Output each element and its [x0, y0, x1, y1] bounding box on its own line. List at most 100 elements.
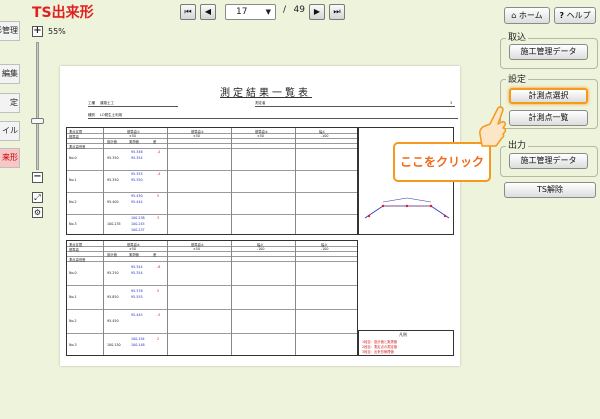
help-label: ヘルプ: [566, 11, 591, 20]
t2-station-1: No.1: [69, 295, 77, 299]
t1-diff-0: -4: [157, 150, 161, 154]
t2-meas-1: 95.354: [131, 271, 143, 275]
zoom-out-button[interactable]: −: [32, 172, 43, 183]
t2-station-2: No.2: [69, 319, 77, 323]
import-sekou-data-button[interactable]: 施工管理データ: [509, 44, 588, 60]
t1-meas-6: 100.238: [131, 216, 145, 220]
left-tab-kanri[interactable]: 形管理: [0, 21, 20, 41]
t1-design-0: 95.350: [107, 156, 119, 160]
t1-head-2: 測点高低差: [69, 145, 86, 149]
left-tab-dekigata[interactable]: 来形: [0, 148, 20, 168]
zoom-slider-thumb[interactable]: [31, 118, 44, 124]
legend-title: 凡例: [399, 332, 407, 337]
t1-meas-3: 95.350: [131, 178, 143, 182]
click-here-callout: ここをクリック: [393, 142, 491, 182]
t2-design-2: 95.450: [107, 319, 119, 323]
t2-station-0: No.0: [69, 271, 77, 275]
t2-diff-2: -5: [157, 313, 161, 317]
last-page-button[interactable]: ⏭: [329, 4, 345, 20]
t1-station-0: No.0: [69, 156, 77, 160]
left-tab-file[interactable]: イル: [0, 121, 20, 141]
zoom-slider-track[interactable]: [36, 42, 39, 170]
home-button[interactable]: ⌂ ホーム: [504, 7, 550, 24]
kouji-underline: [88, 106, 178, 107]
chevron-down-icon: ▼: [265, 8, 271, 16]
t2-sub-2: 差: [153, 253, 157, 257]
t2-tol-1: ±50: [193, 247, 200, 251]
keisokuten-ichiran-button[interactable]: 計測点一覧: [509, 110, 588, 126]
kubun-underline: [88, 118, 458, 119]
legend-line-2: 3段目：出来形管理値: [362, 350, 394, 354]
page-number: 3: [450, 101, 453, 105]
t2-design-1: 95.850: [107, 295, 119, 299]
home-icon: ⌂: [511, 11, 517, 20]
document-page: 測定結果一覧表 工種 道路土工 測定者 3 種別 LO発生土利用 測点区間 基準…: [60, 66, 460, 366]
t2-diff-3: 2: [157, 337, 160, 341]
export-sekou-data-button[interactable]: 施工管理データ: [509, 153, 588, 169]
t1-meas-8: 100.237: [131, 228, 145, 232]
t1-design-2: 95.400: [107, 200, 119, 204]
t2-meas-5: 100.154: [131, 337, 145, 341]
t1-meas-7: 100.245: [131, 222, 145, 226]
prev-page-button[interactable]: ◀: [200, 4, 216, 20]
measurer-underline: [255, 106, 455, 107]
page-separator: /: [283, 5, 287, 15]
result-table-2: 測点区間 基準高 測点高低差 基準高④ 基準高⑤ 幅② 幅③ ±50 ±50 -…: [66, 240, 358, 356]
t1-design-3: 100.235: [107, 222, 121, 226]
legend-box: 凡例 1段目：設計値と実測値 2段目：測定点の測定値 3段目：出来形管理値: [358, 330, 454, 356]
left-tab-settei[interactable]: 定: [0, 93, 20, 113]
fit-page-icon[interactable]: ⤢: [32, 192, 43, 203]
t2-station-3: No.3: [69, 343, 77, 347]
t2-head-2: 測点高低差: [69, 258, 86, 262]
home-label: ホーム: [518, 11, 543, 20]
t1-station-3: No.3: [69, 222, 77, 226]
t1-meas-1: 95.354: [131, 156, 143, 160]
page-current: 17: [236, 7, 248, 17]
t1-meas-5: 95.444: [131, 200, 143, 204]
t2-design-0: 95.250: [107, 271, 119, 275]
t1-tol-3: -100: [321, 134, 329, 138]
t1-tol-1: ±50: [193, 134, 200, 138]
zoom-in-button[interactable]: +: [32, 26, 43, 37]
page-select[interactable]: 17 ▼: [225, 4, 276, 20]
t2-meas-2: 95.376: [131, 289, 143, 293]
t1-station-1: No.1: [69, 178, 77, 182]
t2-meas-6: 100.148: [131, 343, 145, 347]
help-button[interactable]: ? ヘルプ: [554, 7, 596, 24]
t1-diff-3: 3: [157, 216, 160, 220]
settei-label: 設定: [506, 72, 529, 85]
t2-tol-2: -100: [257, 247, 265, 251]
gear-icon[interactable]: ⚙: [32, 207, 43, 218]
page-total: 49: [293, 5, 305, 15]
t1-station-2: No.2: [69, 200, 77, 204]
t1-meas-4: 95.430: [131, 194, 143, 198]
t2-head-1: 基準高: [69, 248, 79, 252]
t2-meas-4: 95.445: [131, 313, 143, 317]
left-tab-henshu[interactable]: 編集: [0, 64, 20, 84]
t1-tol-2: ±50: [257, 134, 264, 138]
next-page-button[interactable]: ▶: [309, 4, 325, 20]
help-icon: ?: [559, 11, 565, 20]
first-page-button[interactable]: ⏮: [180, 4, 196, 20]
keisokuten-sentaku-button[interactable]: 計測点選択: [509, 88, 588, 104]
t1-diff-2: 5: [157, 194, 160, 198]
zoom-percent: 55%: [48, 27, 66, 36]
t2-tol-0: ±50: [129, 247, 136, 251]
t2-sub-1: 実測値: [129, 253, 139, 257]
t1-meas-0: 95.346: [131, 150, 143, 154]
t2-diff-0: -6: [157, 265, 161, 269]
t2-sub-0: 設計値: [107, 253, 117, 257]
t1-meas-2: 95.355: [131, 172, 143, 176]
t1-design-1: 95.350: [107, 178, 119, 182]
t2-diff-1: 5: [157, 289, 160, 293]
t1-tol-0: ±50: [129, 134, 136, 138]
torikomi-label: 取込: [506, 30, 529, 43]
app-title: TS出来形: [32, 5, 94, 21]
t1-sub-1: 実測値: [129, 140, 139, 144]
t1-sub-0: 設計値: [107, 140, 117, 144]
t2-meas-3: 95.555: [131, 295, 143, 299]
pointing-hand-icon: [479, 106, 507, 147]
t2-meas-0: 95.344: [131, 265, 143, 269]
ts-release-button[interactable]: TS解除: [504, 182, 596, 198]
t1-head-1: 基準高: [69, 135, 79, 139]
